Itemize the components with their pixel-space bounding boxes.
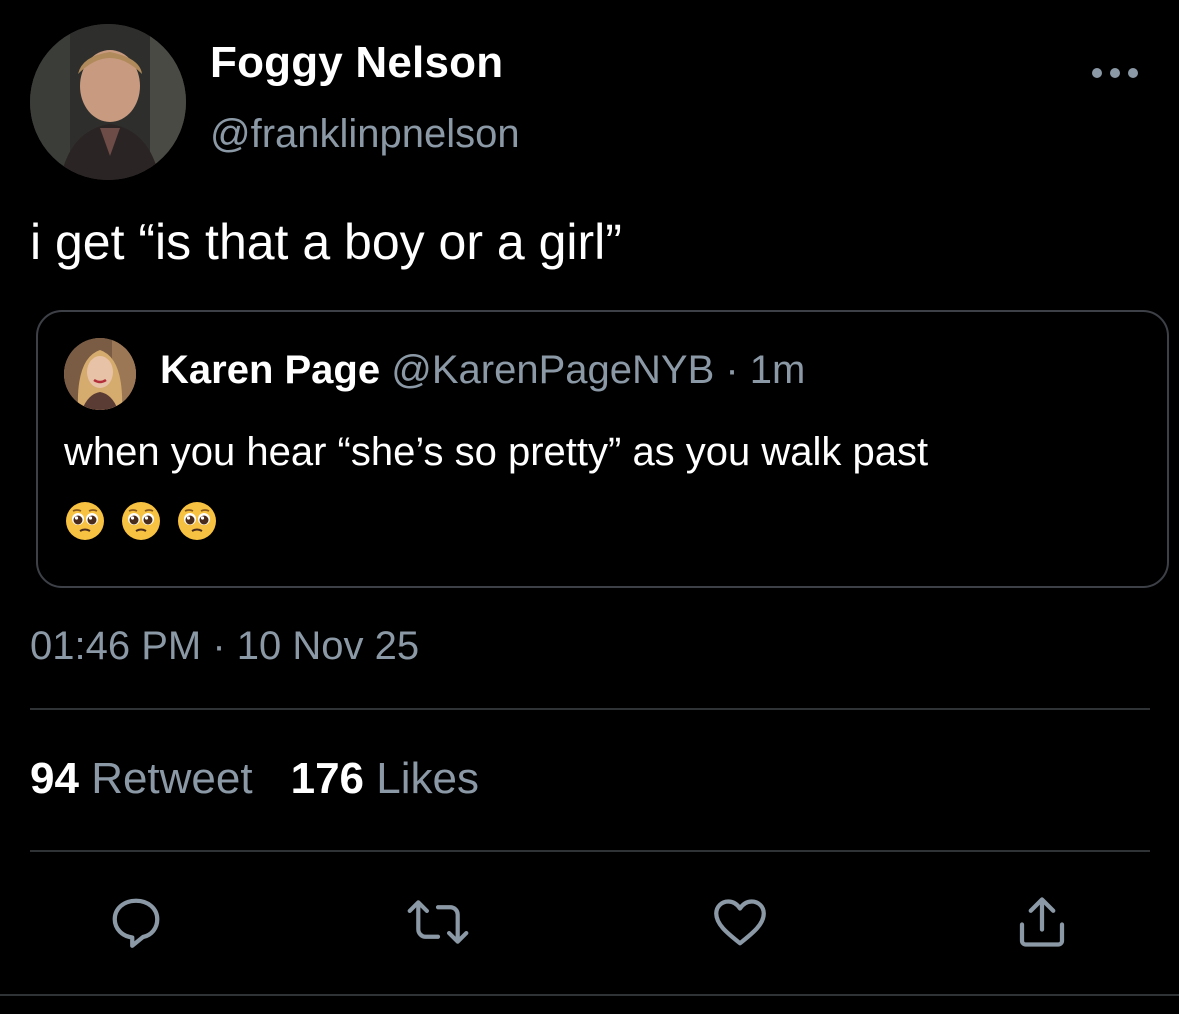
quoted-avatar-image bbox=[64, 338, 136, 410]
quoted-tweet-text: when you hear “she’s so pretty” as you w… bbox=[64, 430, 929, 474]
likes-label: Likes bbox=[376, 754, 479, 803]
quoted-tweet-header: Karen Page @KarenPageNYB · 1m bbox=[160, 348, 805, 393]
quoted-tweet-card[interactable]: Karen Page @KarenPageNYB · 1m when you h… bbox=[36, 310, 1169, 588]
divider bbox=[30, 708, 1150, 710]
share-icon bbox=[1019, 897, 1065, 947]
author-display-name[interactable]: Foggy Nelson bbox=[210, 38, 503, 88]
likes-count: 176 bbox=[290, 754, 365, 803]
share-button[interactable] bbox=[1010, 890, 1074, 954]
author-avatar-image bbox=[30, 24, 186, 180]
tweet-stats: 94 Retweet 176 Likes bbox=[30, 754, 479, 804]
retweets-label: Retweet bbox=[91, 754, 253, 803]
reply-icon bbox=[112, 898, 160, 948]
tweet-timestamp[interactable]: 01:46 PM · 10 Nov 25 bbox=[30, 624, 419, 669]
divider bbox=[30, 850, 1150, 852]
quoted-meta-separator: · bbox=[714, 348, 750, 392]
author-avatar[interactable] bbox=[30, 24, 186, 180]
more-dot bbox=[1110, 68, 1120, 78]
pleading-face-emoji bbox=[66, 502, 104, 540]
retweet-button[interactable] bbox=[406, 890, 470, 954]
quoted-author-avatar bbox=[64, 338, 136, 410]
author-handle[interactable]: @franklinpnelson bbox=[210, 112, 520, 157]
quoted-tweet-age: 1m bbox=[749, 348, 806, 392]
more-dot bbox=[1128, 68, 1138, 78]
pleading-face-emoji bbox=[178, 502, 216, 540]
retweets-stat[interactable]: 94 Retweet bbox=[30, 754, 253, 804]
more-dot bbox=[1092, 68, 1102, 78]
tweet-text: i get “is that a boy or a girl” bbox=[30, 214, 622, 270]
reply-button[interactable] bbox=[104, 890, 168, 954]
pleading-face-emoji bbox=[122, 502, 160, 540]
quoted-author-display-name[interactable]: Karen Page bbox=[160, 348, 380, 392]
retweet-icon bbox=[407, 900, 469, 944]
quoted-tweet-emojis bbox=[64, 500, 218, 542]
retweets-count: 94 bbox=[30, 754, 79, 803]
bottom-divider bbox=[0, 994, 1179, 996]
like-icon bbox=[714, 899, 766, 946]
likes-stat[interactable]: 176 Likes bbox=[291, 754, 479, 804]
more-options-icon[interactable] bbox=[1092, 58, 1138, 88]
like-button[interactable] bbox=[708, 890, 772, 954]
quoted-author-handle[interactable]: @KarenPageNYB bbox=[391, 348, 714, 392]
